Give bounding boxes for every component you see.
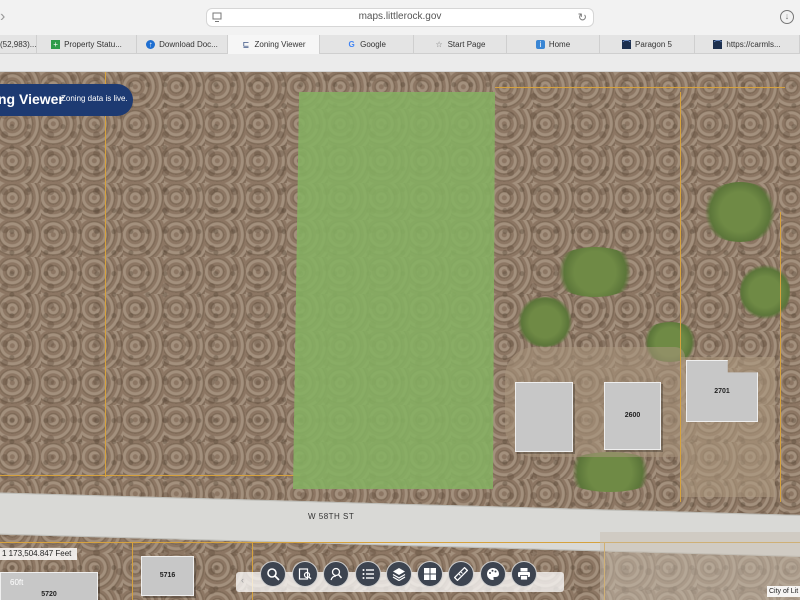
tab-label: Google — [360, 40, 386, 49]
chart-icon: ⌒ — [713, 40, 723, 49]
tab-label: Paragon 5 — [635, 40, 672, 49]
tree-cluster — [560, 452, 660, 492]
app-header-pill: ng Viewer Zoning data is live. — [0, 84, 133, 116]
tab-8[interactable]: ⌒ https://carmls... — [695, 35, 800, 54]
building-unlabeled[interactable] — [515, 382, 573, 452]
map-credit: City of Lit — [767, 586, 800, 597]
map-canvas[interactable]: W 58TH ST 2600 2701 5716 5720 — [0, 72, 800, 600]
building-2600[interactable]: 2600 — [604, 382, 661, 450]
chart-icon: ⌒ — [622, 40, 632, 49]
tree-cluster — [515, 297, 575, 347]
tab-4[interactable]: G Google — [320, 35, 414, 54]
app-title: ng Viewer — [0, 91, 64, 107]
google-icon: G — [348, 40, 355, 49]
cloud-icon: ↑ — [146, 40, 156, 49]
star-icon: ☆ — [435, 40, 443, 49]
identify-tool-button[interactable] — [292, 561, 318, 587]
layers-icon — [392, 568, 406, 581]
tree-cluster — [700, 182, 780, 242]
tab-label: Property Statu... — [64, 40, 122, 49]
parcel-boundary — [105, 72, 106, 477]
live-status: Zoning data is live. — [61, 94, 128, 103]
tab-2[interactable]: ↑ Download Doc... — [137, 35, 228, 54]
address-label: 5716 — [159, 572, 176, 579]
address-label: 5720 — [41, 591, 57, 598]
address-label: 2600 — [624, 412, 641, 419]
search-icon — [267, 568, 280, 581]
tab-bar: (52,983)... + Property Statu... ↑ Download… — [0, 35, 800, 54]
building-5716[interactable]: 5716 — [141, 556, 194, 596]
parcel-boundary — [680, 92, 681, 502]
find-tool-button[interactable] — [323, 561, 349, 587]
back-icon[interactable]: › — [0, 8, 12, 26]
search-tool-button[interactable] — [260, 561, 286, 587]
tab-label: Start Page — [447, 40, 486, 49]
toolbar-scroll-left-icon[interactable]: ‹ — [241, 575, 244, 585]
legend-tool-button[interactable] — [355, 561, 381, 587]
tab-7[interactable]: ⌒ Paragon 5 — [600, 35, 695, 54]
tab-label: (52,983)... — [0, 40, 37, 49]
tab-label: Zoning Viewer — [254, 40, 306, 49]
url-text: maps.littlerock.gov — [358, 11, 442, 22]
tree-cluster — [740, 262, 790, 322]
tab-5[interactable]: ☆ Start Page — [414, 35, 507, 54]
tab-label: Download Doc... — [159, 40, 218, 49]
scale-bar-label: 60ft — [10, 578, 24, 587]
download-icon[interactable]: ↓ — [780, 10, 794, 24]
tree-cluster — [550, 247, 640, 297]
parcel-boundary — [132, 542, 133, 600]
identify-icon — [298, 568, 312, 580]
print-tool-button[interactable] — [511, 561, 537, 587]
selected-zoning-parcel[interactable] — [293, 92, 495, 489]
list-icon — [362, 569, 374, 579]
address-label: 2701 — [714, 388, 730, 395]
browser-toolbar: › maps.littlerock.gov ↻ ↓ — [0, 0, 800, 35]
parcel-boundary — [495, 87, 785, 88]
info-icon: i — [535, 40, 545, 49]
tab-6[interactable]: i Home — [507, 35, 600, 54]
parcel-boundary — [780, 212, 781, 502]
people-search-icon — [330, 567, 343, 581]
browser-subbar — [0, 54, 800, 72]
tab-label: https://carmls... — [726, 40, 781, 49]
street-label: W 58TH ST — [308, 512, 355, 521]
ruler-icon — [454, 567, 468, 581]
address-bar[interactable]: maps.littlerock.gov ↻ — [206, 8, 594, 27]
measure-tool-button[interactable] — [448, 561, 474, 587]
tab-1[interactable]: + Property Statu... — [37, 35, 137, 54]
parcel-boundary — [0, 475, 300, 476]
layers-tool-button[interactable] — [386, 561, 412, 587]
reload-icon[interactable]: ↻ — [578, 11, 587, 24]
measurement-readout: 1 173,504.847 Feet — [0, 548, 77, 560]
spreadsheet-icon: + — [51, 40, 61, 49]
grid-icon — [424, 568, 436, 580]
palette-icon — [487, 568, 499, 580]
printer-icon — [518, 568, 530, 581]
map-search-icon: ⊑ — [242, 40, 250, 49]
tab-label: Home — [548, 40, 571, 49]
tab-3[interactable]: ⊑ Zoning Viewer — [228, 35, 320, 54]
tab-0[interactable]: (52,983)... — [0, 35, 37, 54]
basemap-tool-button[interactable] — [417, 561, 443, 587]
symbology-tool-button[interactable] — [480, 561, 506, 587]
